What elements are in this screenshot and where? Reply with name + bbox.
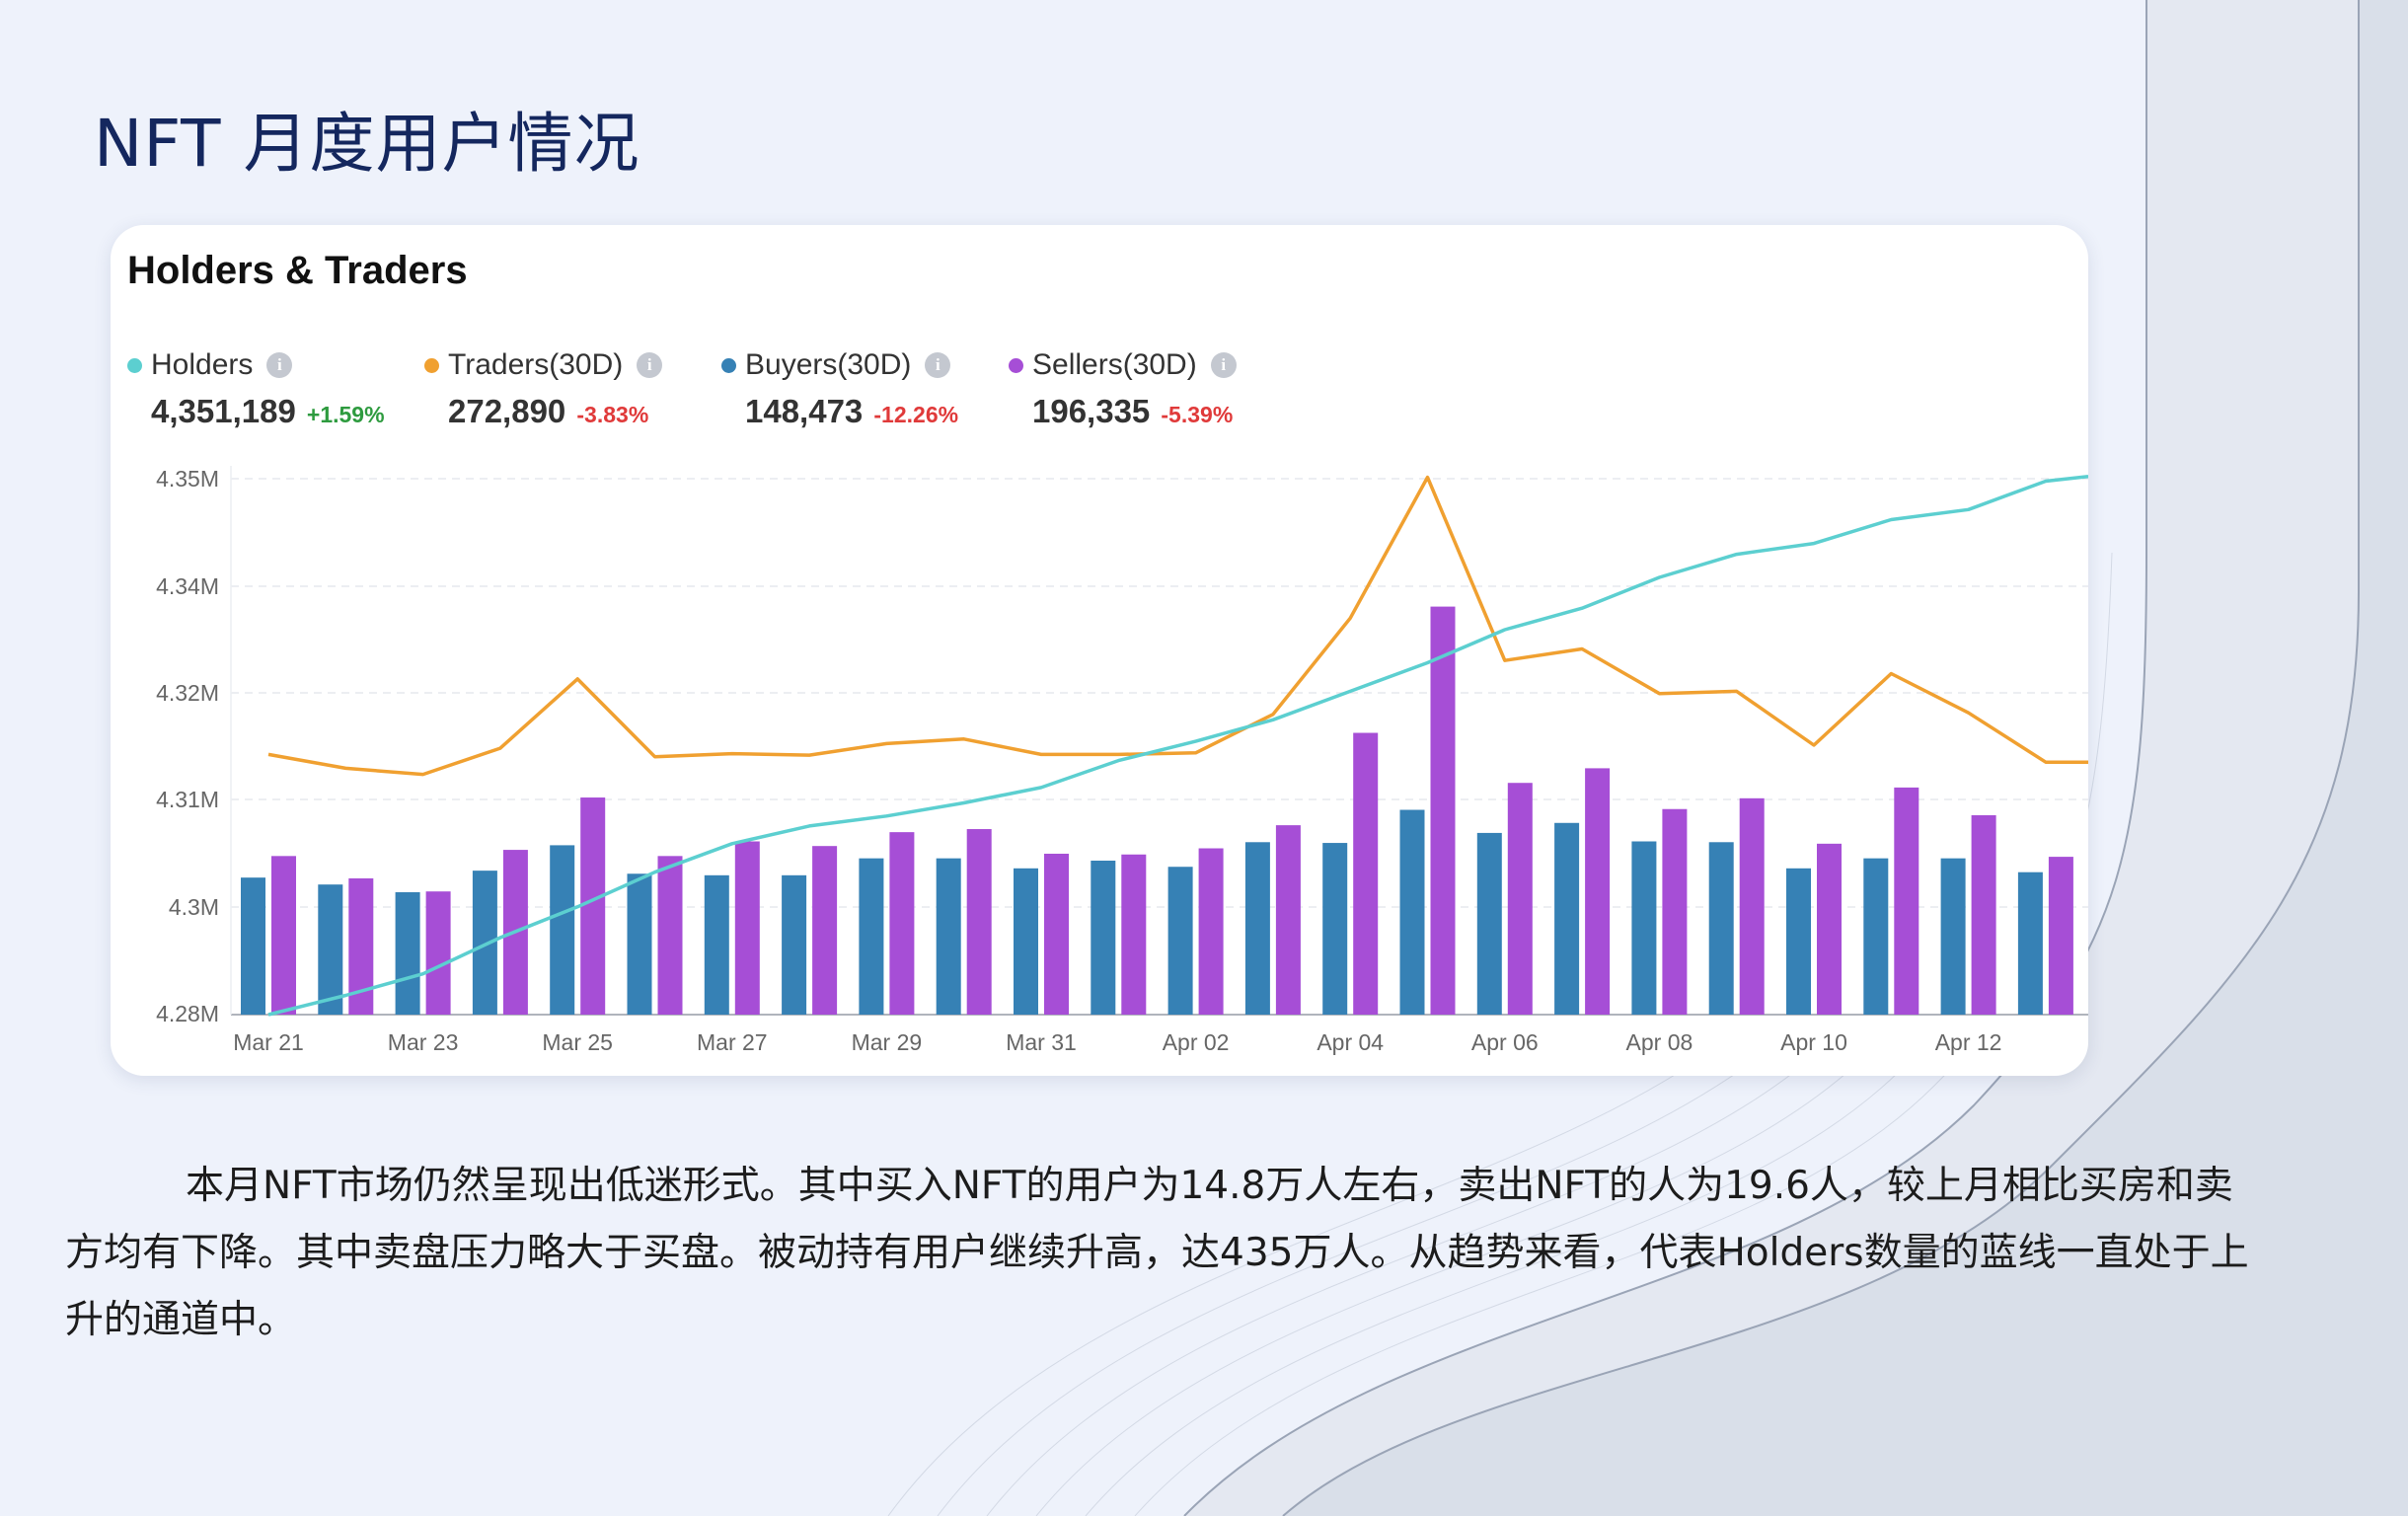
x-tick-label: Apr 02 bbox=[1163, 1029, 1230, 1055]
bar-buyers bbox=[1708, 842, 1734, 1015]
legend-change-traders: -3.83% bbox=[576, 402, 649, 427]
bar-sellers bbox=[271, 856, 296, 1015]
x-tick-label: Apr 06 bbox=[1471, 1029, 1539, 1055]
legend-dot-sellers bbox=[1009, 357, 1023, 373]
info-icon[interactable]: i bbox=[925, 352, 951, 378]
x-tick-label: Apr 12 bbox=[1935, 1029, 2002, 1055]
bar-buyers bbox=[1554, 822, 1580, 1015]
legend-change-holders: +1.59% bbox=[306, 402, 385, 427]
legend-name-traders: Traders(30D) bbox=[448, 348, 624, 381]
bar-buyers bbox=[1244, 842, 1270, 1015]
bar-sellers bbox=[425, 891, 451, 1015]
x-tick-label: Mar 21 bbox=[233, 1029, 304, 1055]
bar-buyers bbox=[395, 891, 420, 1015]
page-title: NFT 月度用户情况 bbox=[94, 106, 640, 182]
bar-buyers bbox=[1322, 843, 1348, 1015]
bar-sellers bbox=[812, 846, 838, 1015]
bar-buyers bbox=[1167, 867, 1193, 1015]
bar-buyers bbox=[1863, 858, 1889, 1015]
bar-buyers bbox=[782, 874, 807, 1015]
bar-buyers bbox=[1940, 858, 1966, 1015]
bar-sellers bbox=[657, 856, 683, 1015]
x-tick-label: Apr 04 bbox=[1317, 1029, 1384, 1055]
info-icon[interactable]: i bbox=[266, 352, 293, 378]
bar-buyers bbox=[550, 845, 575, 1015]
legend-name-sellers: Sellers(30D) bbox=[1032, 348, 1197, 381]
y-tick-label: 4.34M bbox=[156, 573, 219, 599]
y-tick-label: 4.28M bbox=[156, 1001, 219, 1026]
legend-buyers[interactable]: Buyers(30D) i 148,473 -12.26% bbox=[721, 345, 958, 440]
bar-sellers bbox=[1430, 606, 1456, 1015]
legend-value-traders: 272,890 bbox=[448, 393, 566, 429]
x-tick-label: Mar 31 bbox=[1006, 1029, 1077, 1055]
x-tick-label: Mar 23 bbox=[388, 1029, 459, 1055]
y-tick-label: 4.32M bbox=[156, 680, 219, 706]
bar-sellers bbox=[2048, 857, 2073, 1015]
bar-sellers bbox=[1353, 732, 1379, 1015]
summary-paragraph: 本月NFT市场仍然呈现出低迷形式。其中买入NFT的用户为14.8万人左右，卖出N… bbox=[65, 1164, 2249, 1342]
legend-dot-traders bbox=[424, 357, 439, 373]
info-icon[interactable]: i bbox=[637, 352, 663, 378]
y-tick-label: 4.35M bbox=[156, 466, 219, 492]
info-icon[interactable]: i bbox=[1210, 352, 1237, 378]
bar-buyers bbox=[318, 884, 343, 1015]
bar-sellers bbox=[1121, 854, 1147, 1015]
bar-sellers bbox=[1817, 843, 1842, 1015]
bar-buyers bbox=[859, 858, 884, 1015]
bar-sellers bbox=[1585, 768, 1611, 1015]
bar-buyers bbox=[1476, 832, 1502, 1015]
legend-sellers[interactable]: Sellers(30D) i 196,335 -5.39% bbox=[1009, 345, 1237, 440]
bar-buyers bbox=[627, 873, 652, 1015]
legend-value-sellers: 196,335 bbox=[1032, 393, 1151, 429]
bar-buyers bbox=[1399, 809, 1425, 1015]
legend-traders[interactable]: Traders(30D) i 272,890 -3.83% bbox=[424, 345, 663, 440]
holders-traders-card: 4.35M 4.34M 4.32M 4.31M 4.3M 4.28M Mar 21 Mar 2… bbox=[111, 225, 2088, 1076]
bar-sellers bbox=[889, 832, 915, 1015]
bar-sellers bbox=[1198, 848, 1224, 1015]
legend-dot-holders bbox=[127, 357, 142, 373]
bar-buyers bbox=[936, 858, 961, 1015]
legend-dot-buyers bbox=[721, 357, 736, 373]
x-tick-label: Mar 27 bbox=[697, 1029, 768, 1055]
bar-sellers bbox=[734, 841, 760, 1015]
x-tick-label: Mar 25 bbox=[542, 1029, 613, 1055]
series-line-traders bbox=[267, 475, 2088, 777]
bar-buyers bbox=[1014, 868, 1038, 1015]
bar-buyers bbox=[1631, 841, 1657, 1015]
legend-name-holders: Holders bbox=[151, 348, 254, 381]
legend-holders[interactable]: Holders i 4,351,189 +1.59% bbox=[127, 345, 385, 440]
y-tick-label: 4.3M bbox=[169, 894, 219, 920]
legend-value-buyers: 148,473 bbox=[745, 393, 864, 429]
bar-sellers bbox=[580, 797, 606, 1015]
x-tick-label: Apr 10 bbox=[1780, 1029, 1847, 1055]
y-tick-label: 4.31M bbox=[156, 787, 219, 812]
bar-sellers bbox=[966, 829, 992, 1015]
legend-change-sellers: -5.39% bbox=[1161, 402, 1234, 427]
bar-sellers bbox=[1275, 825, 1301, 1015]
bar-sellers bbox=[1971, 814, 1996, 1015]
bar-sellers bbox=[1044, 853, 1069, 1015]
bar-buyers bbox=[1091, 861, 1116, 1015]
bar-buyers bbox=[241, 877, 265, 1015]
bar-sellers bbox=[1507, 783, 1533, 1015]
bar-sellers bbox=[1894, 787, 1919, 1015]
legend-name-buyers: Buyers(30D) bbox=[745, 348, 912, 381]
bar-sellers bbox=[1739, 797, 1765, 1015]
bar-buyers bbox=[704, 874, 729, 1015]
bar-buyers bbox=[2017, 872, 2043, 1015]
legend-value-holders: 4,351,189 bbox=[151, 393, 296, 429]
bar-buyers bbox=[1786, 868, 1811, 1015]
x-tick-label: Mar 29 bbox=[852, 1029, 923, 1055]
card-title: Holders & Traders bbox=[127, 249, 468, 292]
bar-sellers bbox=[1662, 808, 1688, 1015]
legend-change-buyers: -12.26% bbox=[873, 402, 959, 427]
x-tick-label: Apr 08 bbox=[1626, 1029, 1693, 1055]
